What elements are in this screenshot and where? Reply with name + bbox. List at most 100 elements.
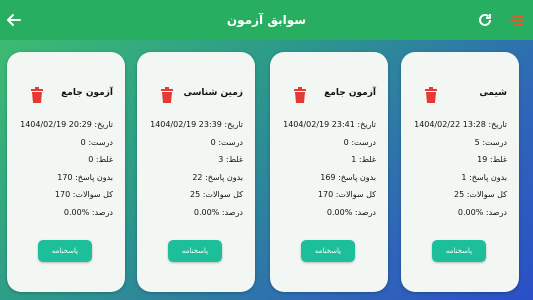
wrong-value: 0 — [88, 155, 94, 164]
date-value: 1404/02/19 23:39 — [150, 120, 222, 129]
total-value: 170 — [317, 190, 334, 199]
total-label: کل سوالات: — [202, 190, 243, 199]
percent-label: درصد: — [91, 207, 113, 217]
correct-value: 0 — [343, 137, 349, 147]
percent-label: درصد: — [485, 207, 507, 217]
unanswered-line: بدون پاسخ: 169 — [276, 173, 376, 191]
percent-line: درصد: 0.00% — [407, 208, 507, 226]
correct-line: درست: 0 — [13, 138, 113, 156]
date-label: تاریخ: — [224, 120, 243, 129]
correct-label: درست: — [88, 137, 113, 147]
card-details: تاریخ: 1404/02/22 13:28 درست: 5 غلط: 19 … — [407, 120, 507, 225]
wrong-value: 19 — [477, 155, 488, 164]
correct-line: درست: 0 — [143, 138, 243, 156]
correct-line: درست: 0 — [276, 138, 376, 156]
date-line: تاریخ: 1404/02/19 23:39 — [143, 120, 243, 138]
percent-value: 0.00% — [193, 207, 220, 217]
total-label: کل سوالات: — [72, 190, 113, 199]
unanswered-label: بدون پاسخ: — [338, 172, 376, 182]
unanswered-line: بدون پاسخ: 170 — [13, 173, 113, 191]
unanswered-value: 1 — [461, 172, 467, 182]
correct-label: درست: — [218, 137, 243, 147]
card-details: تاریخ: 1404/02/19 23:39 درست: 0 غلط: 3 ب… — [143, 120, 243, 225]
history-card-list: آزمون جامع تاریخ: 1404/02/19 20:29 درست:… — [0, 52, 533, 292]
date-line: تاریخ: 1404/02/19 23:41 — [276, 120, 376, 138]
wrong-label: غلط: — [225, 155, 243, 164]
total-label: کل سوالات: — [335, 190, 376, 199]
date-value: 1404/02/22 13:28 — [414, 120, 486, 129]
date-line: تاریخ: 1404/02/19 20:29 — [13, 120, 113, 138]
correct-value: 0 — [80, 137, 86, 147]
exam-name: شیمی — [479, 88, 507, 98]
correct-value: 0 — [210, 137, 216, 147]
wrong-label: غلط: — [358, 155, 376, 164]
trash-icon[interactable] — [424, 87, 438, 103]
card-header: آزمون جامع — [7, 86, 125, 104]
unanswered-label: بدون پاسخ: — [205, 172, 243, 182]
history-card: آزمون جامع تاریخ: 1404/02/19 20:29 درست:… — [7, 52, 125, 292]
arrow-left-icon[interactable] — [2, 8, 26, 32]
total-value: 170 — [54, 190, 71, 199]
unanswered-value: 169 — [320, 172, 336, 182]
trash-icon[interactable] — [293, 87, 307, 103]
percent-label: درصد: — [354, 207, 376, 217]
correct-value: 5 — [474, 137, 480, 147]
list-icon[interactable] — [505, 8, 529, 32]
percent-line: درصد: 0.00% — [143, 208, 243, 226]
exam-name: زمین شناسی — [183, 88, 243, 98]
correct-line: درست: 5 — [407, 138, 507, 156]
total-label: کل سوالات: — [466, 190, 507, 199]
total-line: کل سوالات: 170 — [13, 190, 113, 208]
total-line: کل سوالات: 25 — [407, 190, 507, 208]
card-details: تاریخ: 1404/02/19 20:29 درست: 0 غلط: 0 ب… — [13, 120, 113, 225]
total-value: 25 — [190, 190, 201, 199]
answer-sheet-button[interactable]: پاسخنامه — [301, 240, 355, 262]
unanswered-value: 22 — [192, 172, 203, 182]
refresh-icon[interactable] — [473, 8, 497, 32]
date-label: تاریخ: — [357, 120, 376, 129]
unanswered-label: بدون پاسخ: — [469, 172, 507, 182]
wrong-value: 3 — [218, 155, 224, 164]
percent-value: 0.00% — [326, 207, 353, 217]
trash-icon[interactable] — [160, 87, 174, 103]
page-title: سوابق آزمون — [226, 13, 307, 27]
date-value: 1404/02/19 23:41 — [283, 120, 355, 129]
trash-icon[interactable] — [30, 87, 44, 103]
history-card: آزمون جامع تاریخ: 1404/02/19 23:41 درست:… — [270, 52, 388, 292]
exam-name: آزمون جامع — [61, 88, 113, 98]
top-app-bar: سوابق آزمون — [0, 0, 533, 40]
percent-label: درصد: — [221, 207, 243, 217]
total-line: کل سوالات: 170 — [276, 190, 376, 208]
wrong-line: غلط: 1 — [276, 155, 376, 173]
wrong-line: غلط: 3 — [143, 155, 243, 173]
card-header: زمین شناسی — [137, 86, 255, 104]
correct-label: درست: — [351, 137, 376, 147]
exam-name: آزمون جامع — [324, 88, 376, 98]
date-label: تاریخ: — [94, 120, 113, 129]
unanswered-value: 170 — [57, 172, 73, 182]
percent-line: درصد: 0.00% — [13, 208, 113, 226]
wrong-line: غلط: 19 — [407, 155, 507, 173]
date-line: تاریخ: 1404/02/22 13:28 — [407, 120, 507, 138]
card-details: تاریخ: 1404/02/19 23:41 درست: 0 غلط: 1 ب… — [276, 120, 376, 225]
percent-value: 0.00% — [63, 207, 90, 217]
answer-sheet-button[interactable]: پاسخنامه — [168, 240, 222, 262]
answer-sheet-button[interactable]: پاسخنامه — [432, 240, 486, 262]
unanswered-label: بدون پاسخ: — [75, 172, 113, 182]
total-value: 25 — [454, 190, 465, 199]
wrong-label: غلط: — [95, 155, 113, 164]
wrong-line: غلط: 0 — [13, 155, 113, 173]
wrong-value: 1 — [351, 155, 357, 164]
unanswered-line: بدون پاسخ: 22 — [143, 173, 243, 191]
correct-label: درست: — [482, 137, 507, 147]
card-header: آزمون جامع — [270, 86, 388, 104]
unanswered-line: بدون پاسخ: 1 — [407, 173, 507, 191]
wrong-label: غلط: — [489, 155, 507, 164]
history-card: زمین شناسی تاریخ: 1404/02/19 23:39 درست:… — [137, 52, 255, 292]
app-window: سوابق آزمون آزمون جامع تاریخ: 1404/02/19… — [0, 0, 533, 300]
card-header: شیمی — [401, 86, 519, 104]
answer-sheet-button[interactable]: پاسخنامه — [38, 240, 92, 262]
percent-value: 0.00% — [457, 207, 484, 217]
date-value: 1404/02/19 20:29 — [20, 120, 92, 129]
total-line: کل سوالات: 25 — [143, 190, 243, 208]
